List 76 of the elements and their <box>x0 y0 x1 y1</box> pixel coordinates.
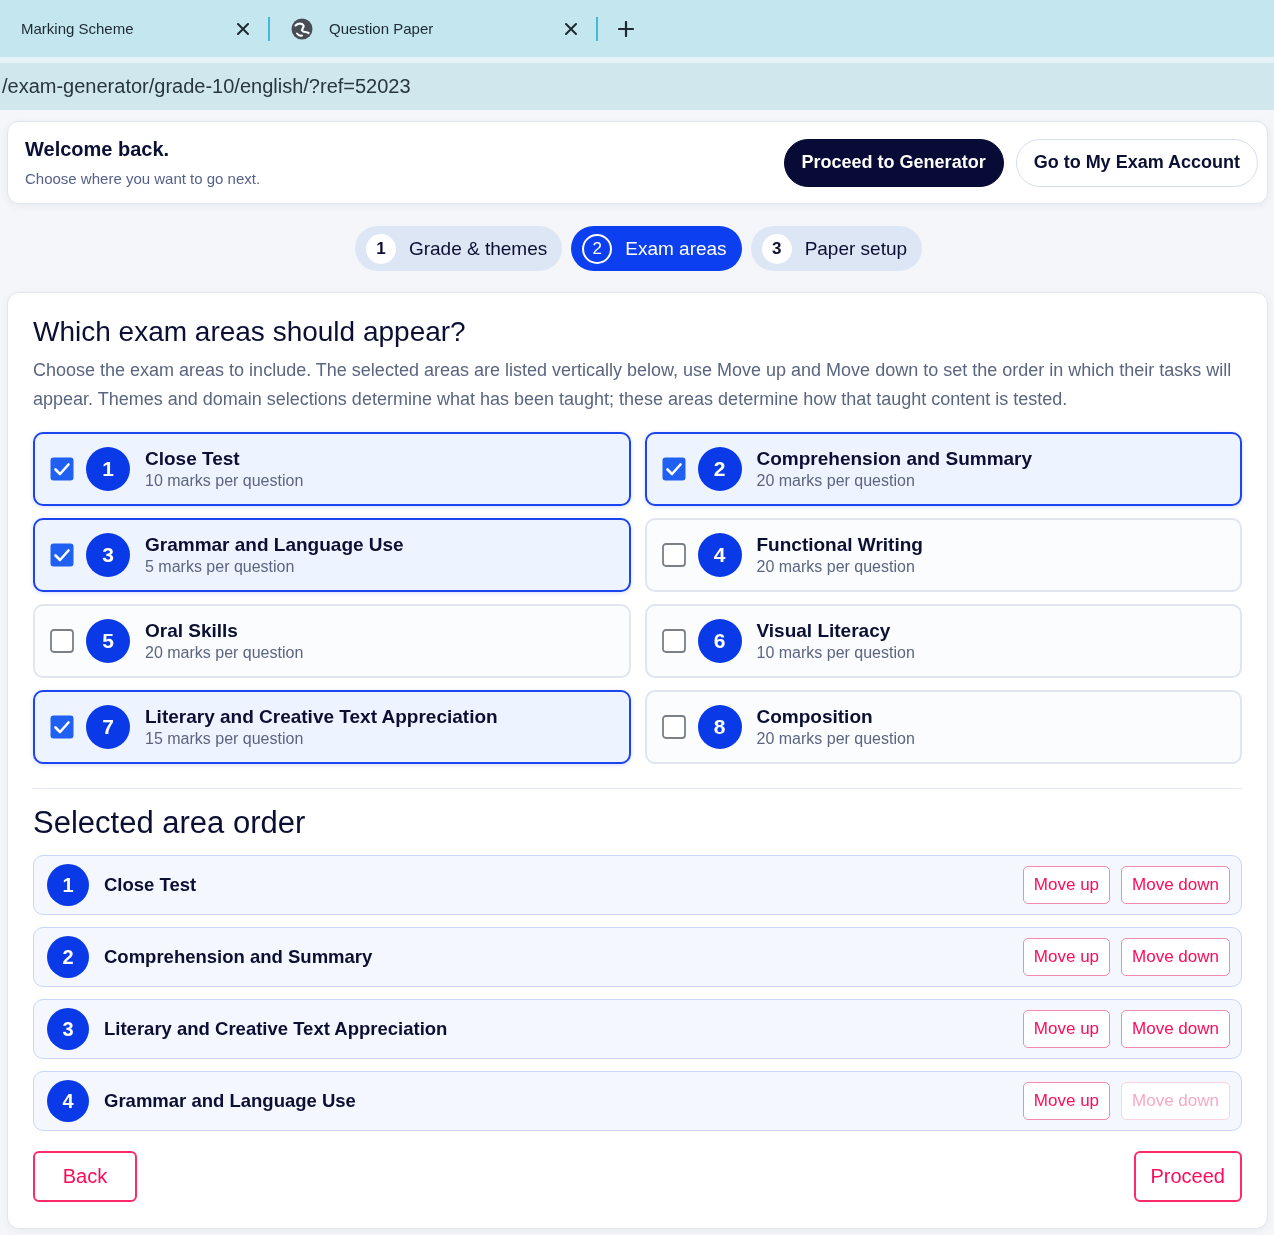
move-up-button[interactable]: Move up <box>1022 1010 1111 1048</box>
move-up-button[interactable]: Move up <box>1022 938 1111 976</box>
area-number: 6 <box>697 619 742 663</box>
area-option[interactable]: 5 Oral Skills 20 marks per question <box>33 604 631 678</box>
checkbox[interactable] <box>661 457 686 481</box>
area-title: Comprehension and Summary <box>756 447 1033 471</box>
section-heading: Selected area order <box>33 804 307 842</box>
welcome-title: Welcome back. <box>25 137 171 161</box>
section-description: Choose the exam areas to include. The selected areas are listed vertically below, use Move up and Move down to set the order in which their tasks will appear. Themes and domain selections determine what has been taught; these areas determine how that taught content is tested. <box>33 359 1233 411</box>
area-title: Literary and Creative Text Appreciation <box>145 705 498 729</box>
area-title: Oral Skills <box>145 619 239 643</box>
step-tab[interactable]: 2 Exam areas <box>571 226 742 271</box>
area-marks: 5 marks per question <box>145 557 296 577</box>
order-title: Comprehension and Summary <box>104 946 373 968</box>
back-button[interactable]: Back <box>33 1151 137 1202</box>
proceed-button[interactable]: Proceed <box>1133 1151 1242 1202</box>
checkbox[interactable] <box>50 457 74 481</box>
move-down-button[interactable]: Move down <box>1121 866 1230 904</box>
plus-icon[interactable] <box>618 20 634 37</box>
area-marks: 20 marks per question <box>756 729 915 749</box>
order-number: 1 <box>47 864 89 906</box>
close-icon[interactable] <box>565 22 577 35</box>
checkbox[interactable] <box>50 715 74 739</box>
area-option[interactable]: 7 Literary and Creative Text Appreciation 15 marks per question <box>33 690 631 764</box>
area-number: 3 <box>86 533 130 577</box>
area-number: 1 <box>86 447 130 491</box>
checkbox[interactable] <box>661 629 686 653</box>
order-title: Grammar and Language Use <box>104 1090 356 1112</box>
area-title: Close Test <box>145 447 241 471</box>
account-button[interactable]: Go to My Exam Account <box>1015 138 1258 187</box>
generator-button[interactable]: Proceed to Generator <box>783 138 1004 187</box>
area-title: Composition <box>756 705 874 729</box>
move-up-button[interactable]: Move up <box>1022 866 1111 904</box>
order-number: 2 <box>47 936 89 978</box>
checkbox[interactable] <box>50 629 74 653</box>
order-title: Literary and Creative Text Appreciation <box>104 1018 448 1040</box>
order-title: Close Test <box>104 874 197 896</box>
checkbox[interactable] <box>661 543 686 567</box>
area-option[interactable]: 1 Close Test 10 marks per question <box>33 432 631 506</box>
area-number: 2 <box>697 447 742 491</box>
area-title: Grammar and Language Use <box>145 533 404 557</box>
browser-tab[interactable]: Question Paper <box>291 17 549 40</box>
area-marks: 20 marks per question <box>145 643 304 663</box>
area-marks: 10 marks per question <box>145 471 304 491</box>
step-number: 2 <box>582 233 613 264</box>
order-number: 3 <box>47 1008 89 1050</box>
area-number: 8 <box>697 705 742 749</box>
area-option[interactable]: 2 Comprehension and Summary 20 marks per question <box>644 432 1242 506</box>
order-number: 4 <box>47 1080 89 1122</box>
browser-tab[interactable]: Marking Scheme <box>21 20 221 37</box>
welcome-subtitle: Choose where you want to go next. <box>25 170 261 188</box>
checkbox[interactable] <box>50 543 74 567</box>
area-number: 7 <box>86 705 130 749</box>
area-option[interactable]: 8 Composition 20 marks per question <box>644 690 1242 764</box>
move-down-button[interactable]: Move down <box>1121 938 1230 976</box>
area-number: 4 <box>697 533 742 577</box>
section-heading: Which exam areas should appear? <box>33 315 467 349</box>
move-down-button[interactable]: Move down <box>1121 1010 1230 1048</box>
area-marks: 15 marks per question <box>145 729 305 749</box>
area-marks: 20 marks per question <box>756 471 916 491</box>
area-title: Functional Writing <box>756 533 923 557</box>
area-marks: 10 marks per question <box>756 643 915 663</box>
address-bar[interactable]: /exam-generator/grade-10/english/?ref=52023 <box>0 63 1274 110</box>
close-icon[interactable] <box>237 22 249 35</box>
area-title: Visual Literacy <box>756 619 892 643</box>
area-option[interactable]: 3 Grammar and Language Use 5 marks per question <box>33 518 631 592</box>
step-tab[interactable]: 1 Grade & themes <box>354 226 563 271</box>
area-marks: 20 marks per question <box>756 557 916 577</box>
area-option[interactable]: 6 Visual Literacy 10 marks per question <box>644 604 1242 678</box>
step-tab[interactable]: 3 Paper setup <box>750 226 923 271</box>
area-number: 5 <box>86 619 130 663</box>
area-option[interactable]: 4 Functional Writing 20 marks per question <box>644 518 1242 592</box>
checkbox[interactable] <box>661 715 686 739</box>
step-number: 3 <box>761 233 792 264</box>
step-number: 1 <box>365 233 396 264</box>
move-up-button[interactable]: Move up <box>1022 1082 1111 1120</box>
